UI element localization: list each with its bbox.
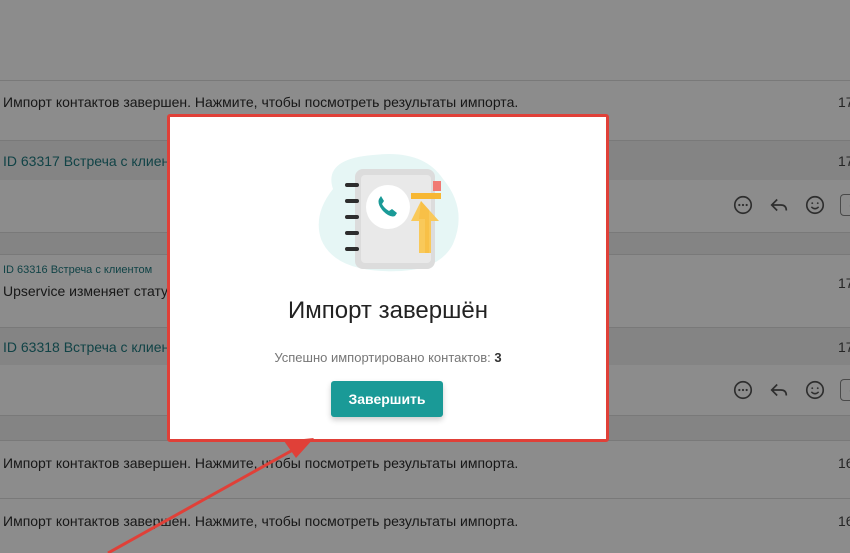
dialog-title: Импорт завершён — [288, 297, 488, 324]
imported-count: 3 — [494, 350, 502, 365]
finish-button[interactable]: Завершить — [331, 381, 443, 417]
import-result-message: Успешно импортировано контактов: 3 — [170, 350, 606, 365]
result-label: Успешно импортировано контактов: — [274, 350, 491, 365]
contact-book-import-icon — [318, 154, 459, 272]
import-complete-dialog: Импорт завершён Успешно импортировано ко… — [167, 114, 609, 442]
